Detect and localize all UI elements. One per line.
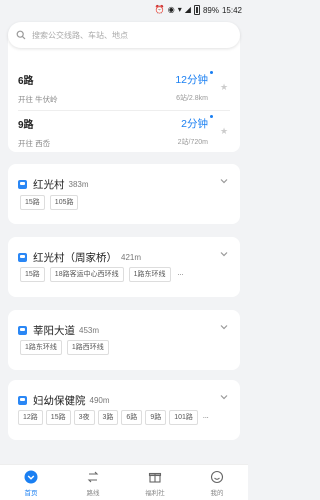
line-chip[interactable]: 18路客运中心西环线 [49,267,124,282]
search-input[interactable]: 搜索公交线路、车站、地点 [8,22,240,48]
signal-icon: ◢ [184,5,191,14]
stop-card[interactable]: 妇幼保健院 490m 12路 15路 3夜 3路 6路 9路 101路 ... [8,380,240,440]
bus-stop-icon [18,396,27,405]
eta: 12分钟 6站/2.8km [175,71,213,103]
tab-label: 我的 [210,490,224,497]
tab-route[interactable]: 路线 [62,465,124,500]
line-chips: 12路 15路 3夜 3路 6路 9路 101路 ... [18,410,209,425]
bus-stop-icon [18,180,27,189]
stop-name: 妇幼保健院 [33,395,86,407]
line-row[interactable]: 9路 开往 西岙 2分钟 2站/720m ★ [18,115,230,150]
line-chip[interactable]: 105路 [49,195,79,210]
stop-name: 红光村（周家桥） [33,252,117,264]
line-chip[interactable]: 3路 [97,410,119,425]
battery-icon [193,5,200,15]
status-bar: ⏰ ◉ ▾ ◢ 89% 15:42 [0,0,248,20]
line-chip[interactable]: 101路 [169,410,198,425]
tab-home[interactable]: 首页 [0,465,62,500]
line-chip[interactable]: 15路 [20,195,45,210]
search-icon [16,30,26,40]
wifi-icon: ▾ [177,5,182,14]
line-chip[interactable]: 12路 [18,410,43,425]
line-chips: 15路 105路 [20,195,79,210]
tab-label: 路线 [86,490,100,497]
more-lines[interactable]: ... [178,267,184,282]
battery-level: 89% [202,5,219,15]
line-chip[interactable]: 6路 [121,410,143,425]
tab-label: 福利社 [145,490,165,497]
eta-minutes: 2分钟 [178,115,213,131]
chevron-down-icon[interactable] [220,323,228,331]
line-chip[interactable]: 3夜 [73,410,95,425]
stop-card[interactable]: 红光村 383m 15路 105路 [8,164,240,224]
bus-stop-icon [18,326,27,335]
line-chip[interactable]: 1路东环线 [128,267,171,282]
tab-profile[interactable]: 我的 [186,465,248,500]
search-placeholder: 搜索公交线路、车站、地点 [32,30,128,40]
line-chip[interactable]: 15路 [45,410,71,425]
route-icon [86,470,100,484]
stop-distance: 383m [68,180,89,189]
chevron-down-icon[interactable] [220,250,228,258]
gift-icon [148,470,162,484]
stop-name: 红光村 [33,179,65,191]
eta-distance: 2站/720m [177,139,208,146]
stop-distance: 421m [121,253,142,262]
more-lines[interactable]: ... [203,410,209,425]
clock: 15:42 [221,5,242,15]
stop-distance: 490m [89,396,110,405]
line-chip[interactable]: 15路 [20,267,45,282]
chevron-down-icon[interactable] [220,177,228,185]
stop-card[interactable]: 莘阳大道 453m 1路东环线 1路西环线 [8,310,240,370]
line-chips: 1路东环线 1路西环线 [20,340,109,355]
favorite-star-icon[interactable]: ★ [220,126,230,136]
alarm-icon: ⏰ [154,5,165,14]
line-chip[interactable]: 1路西环线 [66,340,109,355]
home-icon [24,470,38,484]
tab-label: 首页 [24,490,38,497]
favorite-star-icon[interactable]: ★ [220,82,230,92]
location-icon: ◉ [167,5,175,14]
stop-distance: 453m [79,326,100,335]
chevron-down-icon[interactable] [220,393,228,401]
line-row[interactable]: 6路 开往 牛伏岭 12分钟 6站/2.8km ★ [18,71,230,106]
bus-stop-icon [18,253,27,262]
stop-card[interactable]: 红光村（周家桥） 421m 15路 18路客运中心西环线 1路东环线 ... [8,237,240,297]
eta-minutes: 12分钟 [175,71,213,87]
nearby-lines-card: 6路 开往 牛伏岭 12分钟 6站/2.8km ★ 9路 开往 西岙 2分钟 2… [8,30,240,152]
line-chip[interactable]: 9路 [145,410,167,425]
eta: 2分钟 2站/720m [177,115,213,147]
tab-welfare[interactable]: 福利社 [124,465,186,500]
eta-distance: 6站/2.8km [176,95,208,102]
divider [18,110,230,111]
profile-icon [210,470,224,484]
line-chip[interactable]: 1路东环线 [20,340,62,355]
stop-name: 莘阳大道 [33,325,75,337]
tab-bar: 首页 路线 福利社 我的 [0,464,248,500]
line-chips: 15路 18路客运中心西环线 1路东环线 ... [20,267,183,282]
status-icons: ⏰ ◉ ▾ ◢ 89% 15:42 [155,5,242,15]
